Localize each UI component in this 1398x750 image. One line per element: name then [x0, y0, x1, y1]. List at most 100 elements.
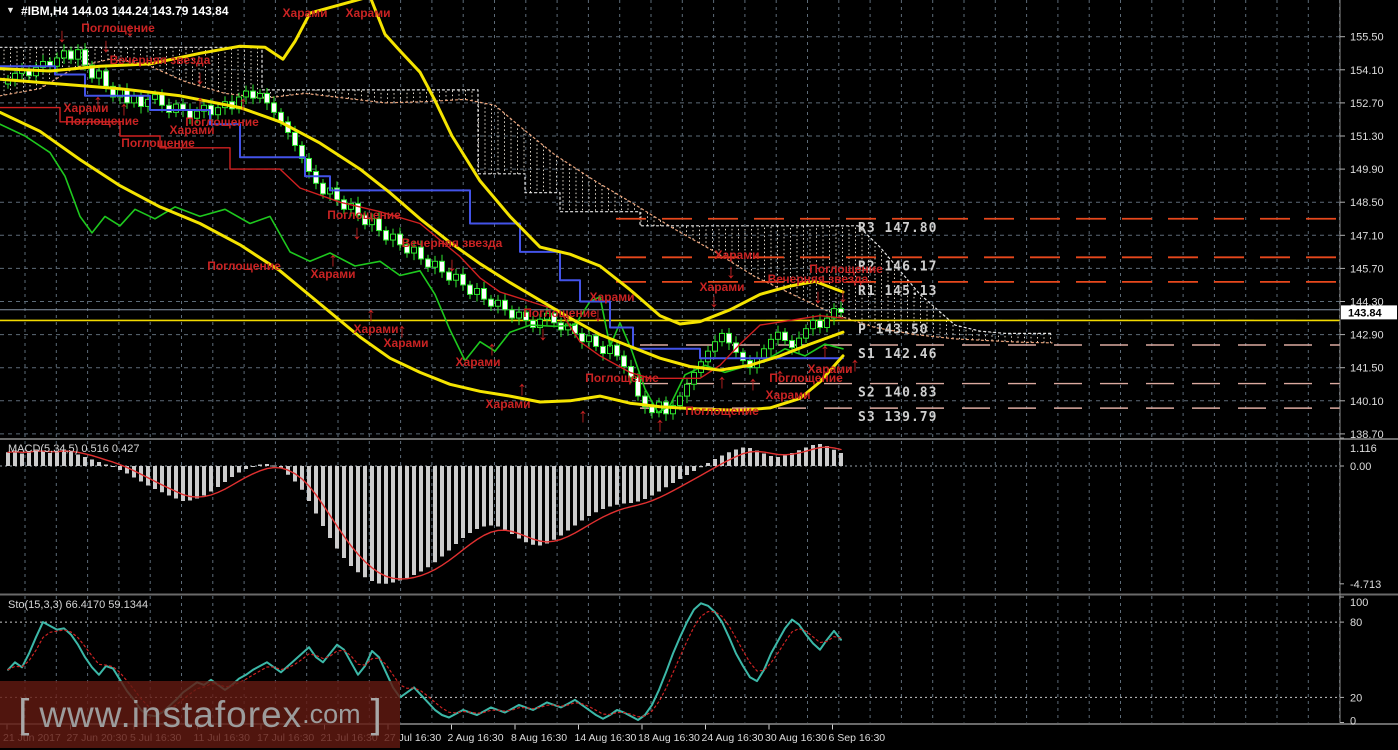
candle: [138, 95, 144, 107]
macd-bar: [202, 466, 206, 496]
watermark-bracket-left: [: [18, 692, 30, 736]
candle: [502, 299, 508, 311]
time-tick-label: 6 Sep 16:30: [829, 732, 886, 744]
macd-bar: [104, 464, 108, 466]
candle: [159, 94, 165, 106]
macd-bar: [538, 466, 542, 546]
candle: [579, 332, 585, 343]
candle: [810, 319, 816, 330]
macd-bar: [713, 459, 717, 466]
candle: [803, 328, 809, 339]
macd-bar: [321, 466, 325, 526]
candle: [54, 57, 60, 67]
macd-bar: [447, 466, 451, 551]
candle: [817, 319, 823, 329]
up-arrow-icon: ↑: [328, 249, 338, 271]
macd-bar: [426, 466, 430, 568]
macd-bar: [153, 466, 157, 489]
up-arrow-icon: ↑: [655, 414, 665, 436]
macd-bar: [755, 450, 759, 466]
candle: [600, 345, 606, 355]
main-chart-panel: R3 147.80R2 146.17R1 145.13P 143.50S1 14…: [0, 0, 1340, 438]
down-arrow-icon: ↓: [447, 254, 457, 276]
candle: [439, 260, 445, 273]
svg-text:R1 145.13: R1 145.13: [858, 284, 937, 299]
macd-bar: [223, 466, 227, 482]
macd-bar: [328, 466, 332, 538]
macd-bar: [440, 466, 444, 557]
macd-bar: [195, 466, 199, 499]
macd-bar: [146, 466, 150, 486]
svg-text:143.84: 143.84: [1348, 307, 1383, 319]
macd-bar: [83, 457, 87, 466]
pattern-label: Поглощение: [685, 404, 759, 418]
macd-bar: [671, 466, 675, 483]
down-arrow-icon: ↓: [593, 304, 603, 326]
macd-bar: [209, 466, 213, 492]
candle: [649, 406, 655, 414]
up-arrow-icon: ↑: [820, 340, 830, 362]
candle: [166, 104, 172, 113]
macd-bar: [685, 466, 689, 475]
candle: [257, 92, 263, 99]
time-tick-label: 14 Aug 16:30: [575, 732, 637, 744]
macd-bar: [657, 466, 661, 492]
macd-bar: [629, 466, 633, 503]
up-arrow-icon: ↑: [238, 93, 248, 115]
candle: [726, 332, 732, 344]
candle: [495, 299, 501, 307]
macd-bar: [503, 466, 507, 530]
macd-bar: [384, 466, 388, 584]
candle: [719, 332, 725, 343]
macd-bar: [545, 466, 549, 544]
candle: [509, 309, 515, 319]
macd-bar: [412, 466, 416, 575]
macd-bar: [90, 459, 94, 466]
macd-bar: [608, 466, 612, 507]
pattern-label: Поглощение: [185, 115, 259, 129]
down-arrow-icon: ↓: [125, 19, 135, 41]
macd-bar: [825, 446, 829, 466]
candle: [313, 170, 319, 184]
time-tick-label: 24 Aug 16:30: [702, 732, 764, 744]
svg-text:S3 139.79: S3 139.79: [858, 410, 937, 425]
title-ohlc: 144.03 144.24 143.79 143.84: [71, 4, 229, 18]
price-tick-label: 147.10: [1350, 230, 1384, 242]
macd-bar: [678, 466, 682, 479]
down-arrow-icon: ↓: [195, 67, 205, 89]
macd-bar: [741, 447, 745, 466]
macd-bar: [160, 466, 164, 493]
up-arrow-icon: ↑: [397, 320, 407, 342]
up-arrow-icon: ↑: [517, 378, 527, 400]
svg-text:R3 147.80: R3 147.80: [858, 221, 937, 236]
macd-bar: [643, 466, 647, 499]
chart-canvas[interactable]: R3 147.80R2 146.17R1 145.13P 143.50S1 14…: [0, 0, 1398, 750]
macd-bar: [587, 466, 591, 516]
macd-bar: [622, 466, 626, 504]
watermark-domain: www.instaforex: [39, 693, 303, 735]
price-tick-label: 138.70: [1350, 429, 1384, 441]
pattern-label: Вечерняя звезда: [402, 236, 503, 250]
candle: [383, 230, 389, 241]
pattern-label: Харами: [590, 290, 635, 304]
macd-bar: [307, 466, 311, 501]
svg-text:0.00: 0.00: [1350, 461, 1371, 473]
macd-bar: [97, 462, 101, 466]
macd-bar: [664, 466, 668, 488]
price-tick-label: 145.70: [1350, 263, 1384, 275]
svg-text:S2 140.83: S2 140.83: [858, 386, 937, 401]
up-arrow-icon: ↑: [119, 98, 129, 120]
time-tick-label: 18 Aug 16:30: [638, 732, 700, 744]
sto-indicator-label: Sto(15,3,3) 66.4170 59.1344: [8, 599, 149, 611]
macd-bar: [559, 466, 563, 536]
down-arrow-icon: ↓: [538, 323, 548, 345]
pattern-label: Поглощение: [121, 136, 195, 150]
macd-bar: [258, 464, 262, 466]
macd-bar: [251, 466, 255, 467]
svg-text:S1 142.46: S1 142.46: [858, 347, 937, 362]
candle: [614, 344, 620, 357]
symbol-dropdown-icon[interactable]: ▼: [6, 5, 15, 15]
macd-bar: [335, 466, 339, 549]
pattern-label: Харами: [715, 248, 760, 262]
candle: [12, 72, 18, 80]
